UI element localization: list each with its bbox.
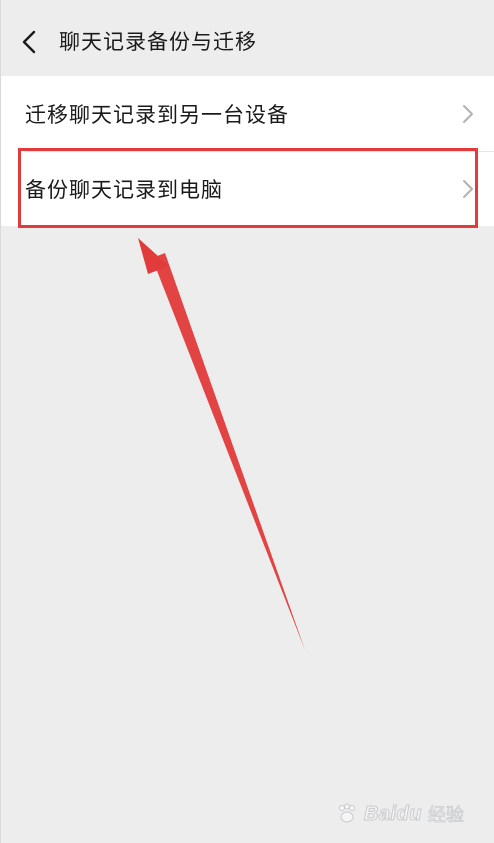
list-item-backup-to-computer[interactable]: 备份聊天记录到电脑 — [1, 151, 494, 226]
list-item-label: 迁移聊天记录到另一台设备 — [25, 102, 289, 127]
page-title: 聊天记录备份与迁移 — [59, 30, 257, 54]
watermark-brand: Baidu — [363, 802, 422, 825]
watermark-sub: 经验 — [428, 805, 465, 827]
app-screen: 聊天记录备份与迁移 迁移聊天记录到另一台设备 备份聊天记录到电脑 Baidu 经… — [0, 0, 494, 843]
navigation-bar: 聊天记录备份与迁移 — [1, 0, 494, 76]
back-button[interactable] — [11, 24, 47, 60]
arrow-shaft — [152, 253, 305, 650]
paw-icon — [338, 803, 355, 823]
list-item-label: 备份聊天记录到电脑 — [25, 177, 223, 202]
chevron-left-icon — [22, 30, 36, 54]
arrow-head — [138, 238, 169, 274]
chevron-right-icon — [461, 178, 475, 200]
list-item-migrate-to-device[interactable]: 迁移聊天记录到另一台设备 — [1, 76, 494, 151]
chevron-right-icon — [461, 103, 475, 125]
baidu-watermark: Baidu 经验 — [336, 799, 464, 829]
settings-list: 迁移聊天记录到另一台设备 备份聊天记录到电脑 — [1, 76, 494, 226]
